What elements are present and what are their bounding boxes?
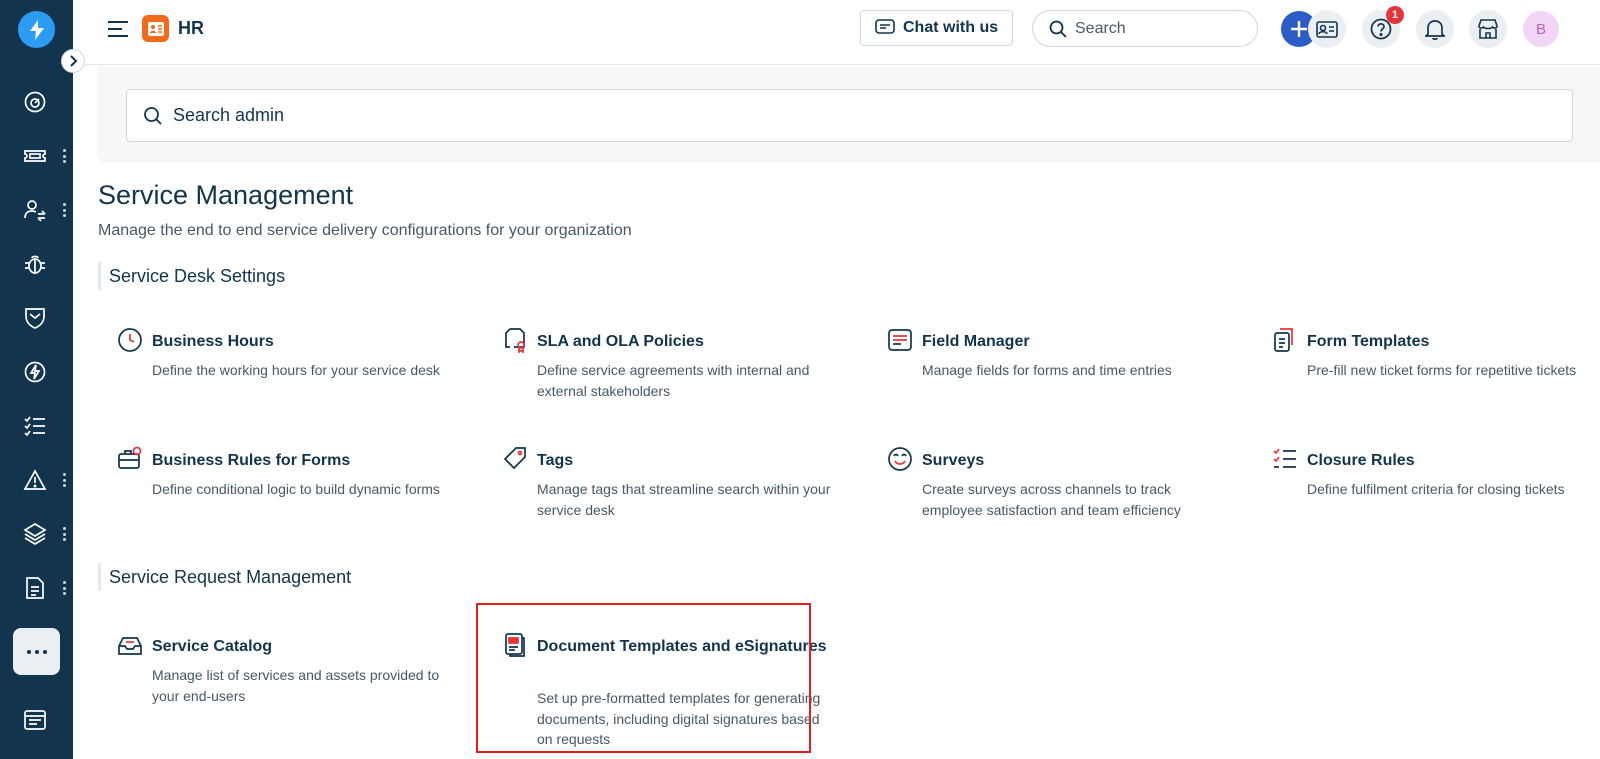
sidebar-item-contacts[interactable]: [0, 190, 73, 230]
card-title: Form Templates: [1307, 333, 1430, 350]
store-icon: [1478, 19, 1498, 39]
global-search-placeholder: Search: [1075, 19, 1126, 37]
sidebar-item-assets[interactable]: [0, 514, 73, 554]
card-description: Define fulfilment criteria for closing t…: [1307, 481, 1565, 497]
card-business-rules-for-forms[interactable]: Business Rules for Forms Define conditio…: [117, 446, 447, 546]
workspace-title[interactable]: HR: [178, 18, 204, 39]
warning-icon: [22, 468, 48, 492]
user-avatar[interactable]: B: [1523, 11, 1559, 47]
lightning-icon: [29, 19, 44, 40]
admin-search-placeholder: Search admin: [173, 105, 285, 125]
sidebar-item-tickets[interactable]: [0, 136, 73, 176]
page-description: Manage the end to end service delivery c…: [98, 222, 632, 239]
solutions-menu-kebab[interactable]: [60, 579, 68, 597]
sidebar-item-changes[interactable]: [0, 298, 73, 338]
templates-icon: [1272, 327, 1298, 353]
card-tags[interactable]: Tags Manage tags that streamline search …: [502, 446, 832, 546]
bolt-circle-icon: [22, 360, 48, 384]
agent-contacts-button[interactable]: [1308, 10, 1346, 48]
hamburger-menu-icon[interactable]: [107, 19, 129, 39]
section-heading-service-request: Service Request Management: [98, 563, 498, 591]
card-title: SLA and OLA Policies: [537, 333, 704, 350]
card-business-hours[interactable]: Business Hours Define the working hours …: [117, 327, 447, 427]
card-service-catalog[interactable]: Service Catalog Manage list of services …: [117, 632, 447, 732]
section-heading-service-desk: Service Desk Settings: [98, 262, 498, 290]
clock-icon: [117, 327, 143, 353]
sidebar-item-alerts[interactable]: [0, 460, 73, 500]
marketplace-button[interactable]: [1469, 10, 1507, 48]
more-dots-icon: [26, 649, 31, 654]
workspace-hr-icon: [142, 15, 169, 42]
chat-with-us-button[interactable]: Chat with us: [860, 10, 1013, 46]
alerts-menu-kebab[interactable]: [60, 471, 68, 489]
form-fields-icon: [887, 327, 913, 353]
sidebar-item-solutions[interactable]: [0, 568, 73, 608]
checklist-icon: [22, 414, 48, 438]
shield-icon: [22, 306, 48, 330]
top-bar: HR Chat with us Search 1 B: [73, 0, 1600, 65]
plus-icon: [1291, 21, 1307, 37]
notifications-button[interactable]: [1416, 10, 1454, 48]
highlight-box: [476, 603, 811, 753]
card-form-templates[interactable]: Form Templates Pre-fill new ticket forms…: [1272, 327, 1600, 427]
card-description: Pre-fill new ticket forms for repetitive…: [1307, 362, 1577, 378]
sidebar-more-button[interactable]: [13, 628, 60, 675]
card-surveys[interactable]: Surveys Create surveys across channels t…: [887, 446, 1217, 546]
card-title: Surveys: [922, 452, 985, 469]
dashboard-gauge-icon: [22, 90, 48, 114]
sidebar-item-problems[interactable]: [0, 244, 73, 284]
card-title: Business Hours: [152, 333, 274, 350]
chat-bubble-icon: [875, 19, 895, 34]
tickets-menu-kebab[interactable]: [60, 147, 68, 165]
chat-button-label: Chat with us: [903, 19, 999, 36]
admin-search-input[interactable]: Search admin: [126, 89, 1573, 142]
user-transfer-icon: [22, 198, 48, 222]
inbox-tray-icon: [117, 632, 143, 658]
card-title: Service Catalog: [152, 638, 273, 655]
smiley-icon: [887, 446, 913, 472]
card-description: Manage fields for forms and time entries: [922, 362, 1172, 378]
card-description: Manage list of services and assets provi…: [152, 667, 440, 704]
card-description: Define the working hours for your servic…: [152, 362, 440, 378]
admin-panel-icon: [22, 708, 48, 732]
card-description: Create surveys across channels to track …: [922, 481, 1181, 518]
page-title: Service Management: [98, 180, 354, 210]
card-title: Tags: [537, 452, 574, 469]
sidebar-item-releases[interactable]: [0, 352, 73, 392]
sidebar-expand-button[interactable]: [61, 49, 85, 73]
search-icon: [1049, 20, 1067, 38]
bug-icon: [22, 252, 48, 276]
card-sla-ola-policies[interactable]: SLA and OLA Policies Define service agre…: [502, 327, 832, 427]
id-card-icon: [1316, 21, 1338, 38]
sidebar-item-admin[interactable]: [0, 700, 73, 740]
card-title: Business Rules for Forms: [152, 452, 351, 469]
app-logo[interactable]: [18, 11, 55, 48]
checklist-rules-icon: [1272, 446, 1298, 472]
search-icon: [144, 106, 162, 125]
briefcase-rules-icon: [117, 446, 143, 472]
global-search-input[interactable]: Search: [1032, 10, 1258, 47]
contacts-menu-kebab[interactable]: [60, 201, 68, 219]
card-title: Closure Rules: [1307, 452, 1415, 469]
assets-menu-kebab[interactable]: [60, 525, 68, 543]
left-sidebar: [0, 0, 73, 759]
layers-icon: [22, 522, 48, 546]
sidebar-item-tasks[interactable]: [0, 406, 73, 446]
help-notification-badge: 1: [1386, 6, 1404, 24]
card-description: Define conditional logic to build dynami…: [152, 481, 440, 497]
ticket-icon: [22, 144, 48, 168]
document-icon: [22, 576, 48, 600]
chevron-right-icon: [70, 55, 78, 67]
card-description: Define service agreements with internal …: [537, 362, 810, 399]
card-closure-rules[interactable]: Closure Rules Define fulfilment criteria…: [1272, 446, 1600, 546]
certificate-icon: [502, 327, 528, 354]
bell-icon: [1425, 20, 1445, 40]
tag-icon: [502, 446, 528, 472]
card-field-manager[interactable]: Field Manager Manage fields for forms an…: [887, 327, 1217, 427]
card-title: Field Manager: [922, 333, 1030, 350]
card-description: Manage tags that streamline search withi…: [537, 481, 831, 518]
sidebar-item-dashboard[interactable]: [0, 82, 73, 122]
